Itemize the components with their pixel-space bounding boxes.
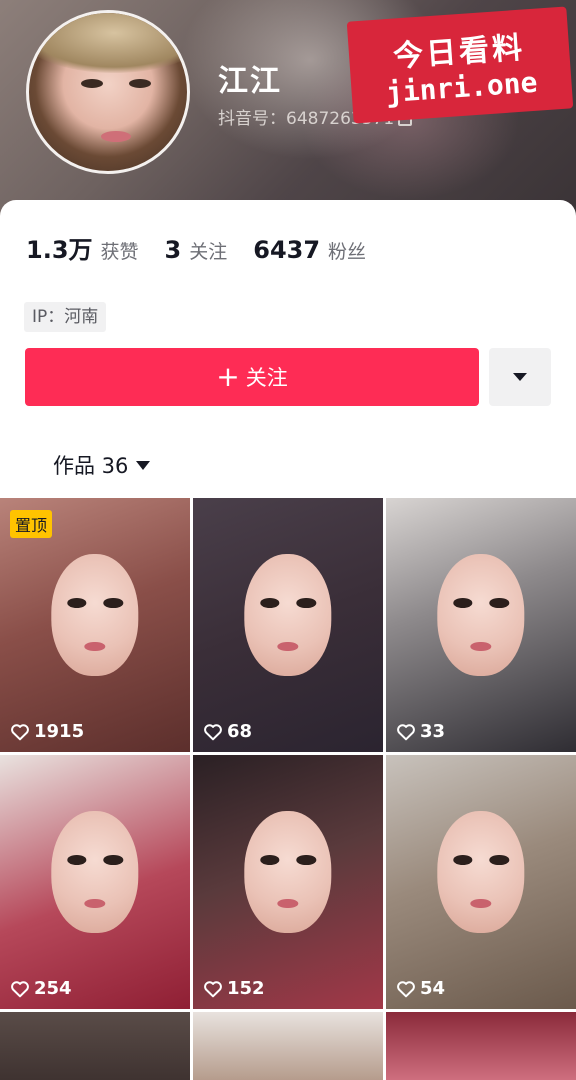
heart-outline-icon bbox=[11, 723, 29, 740]
stat-followers-value: 6437 bbox=[253, 236, 321, 264]
video-thumbnail-face bbox=[244, 810, 332, 933]
tab-works[interactable]: 作品 36 bbox=[53, 450, 151, 480]
video-tile[interactable]: 54 bbox=[386, 755, 576, 1009]
video-tile[interactable] bbox=[0, 1012, 190, 1080]
video-tile[interactable]: 33 bbox=[386, 498, 576, 752]
stat-following-value: 3 bbox=[164, 236, 182, 264]
video-tile[interactable] bbox=[386, 1012, 576, 1080]
like-count-text: 1915 bbox=[34, 721, 85, 742]
heart-outline-icon bbox=[397, 980, 415, 997]
heart-outline-icon bbox=[204, 980, 222, 997]
profile-card: 1.3万 获赞 3 关注 6437 粉丝 IP：河南 + 关注 作品 36 置顶… bbox=[0, 200, 576, 1080]
like-count-text: 152 bbox=[227, 978, 265, 999]
profile-stats: 1.3万 获赞 3 关注 6437 粉丝 bbox=[26, 230, 392, 265]
avatar-eye bbox=[81, 79, 103, 88]
stat-following-label: 关注 bbox=[189, 241, 228, 263]
video-tile[interactable]: 置顶 1915 bbox=[0, 498, 190, 752]
video-thumbnail-face bbox=[244, 553, 332, 676]
video-tile[interactable]: 68 bbox=[193, 498, 383, 752]
video-thumbnail-face bbox=[437, 810, 525, 933]
like-count-text: 254 bbox=[34, 978, 72, 999]
tab-works-label: 作品 36 bbox=[53, 454, 129, 478]
video-thumbnail-face bbox=[51, 553, 139, 676]
like-count-text: 54 bbox=[420, 978, 446, 999]
profile-name: 江江 bbox=[218, 64, 282, 99]
video-like-count: 1915 bbox=[10, 721, 84, 742]
follow-button-label: 关注 bbox=[245, 366, 288, 390]
video-like-count: 254 bbox=[10, 978, 72, 999]
heart-outline-icon bbox=[11, 980, 29, 997]
video-grid: 置顶 1915 68 33 254 152 54 bbox=[0, 498, 576, 1080]
triangle-down-icon bbox=[513, 373, 527, 381]
video-tile[interactable] bbox=[193, 1012, 383, 1080]
video-tile[interactable]: 254 bbox=[0, 755, 190, 1009]
video-like-count: 54 bbox=[396, 978, 445, 999]
video-like-count: 152 bbox=[203, 978, 265, 999]
stat-likes[interactable]: 1.3万 获赞 bbox=[26, 230, 139, 265]
watermark: 今日看料 jinri.one bbox=[346, 6, 574, 124]
stat-followers-label: 粉丝 bbox=[328, 241, 367, 263]
stat-followers[interactable]: 6437 粉丝 bbox=[253, 236, 366, 264]
stat-likes-value: 1.3万 bbox=[26, 236, 93, 264]
video-tile[interactable]: 152 bbox=[193, 755, 383, 1009]
video-like-count: 68 bbox=[203, 721, 252, 742]
video-thumbnail-face bbox=[51, 810, 139, 933]
avatar[interactable] bbox=[26, 10, 190, 174]
pinned-badge: 置顶 bbox=[10, 510, 53, 538]
video-like-count: 33 bbox=[396, 721, 445, 742]
heart-outline-icon bbox=[204, 723, 222, 740]
plus-icon: + bbox=[216, 360, 240, 393]
like-count-text: 68 bbox=[227, 721, 253, 742]
stat-following[interactable]: 3 关注 bbox=[165, 236, 228, 264]
triangle-down-icon bbox=[136, 460, 151, 470]
like-count-text: 33 bbox=[420, 721, 446, 742]
more-options-button[interactable] bbox=[489, 348, 551, 406]
heart-outline-icon bbox=[397, 723, 415, 740]
video-thumbnail-face bbox=[437, 553, 525, 676]
ip-location-tag: IP：河南 bbox=[24, 302, 107, 332]
avatar-eye bbox=[129, 79, 151, 88]
follow-button[interactable]: + 关注 bbox=[25, 348, 479, 406]
avatar-lips bbox=[101, 131, 131, 142]
avatar-hair bbox=[29, 13, 187, 73]
stat-likes-label: 获赞 bbox=[100, 241, 139, 263]
